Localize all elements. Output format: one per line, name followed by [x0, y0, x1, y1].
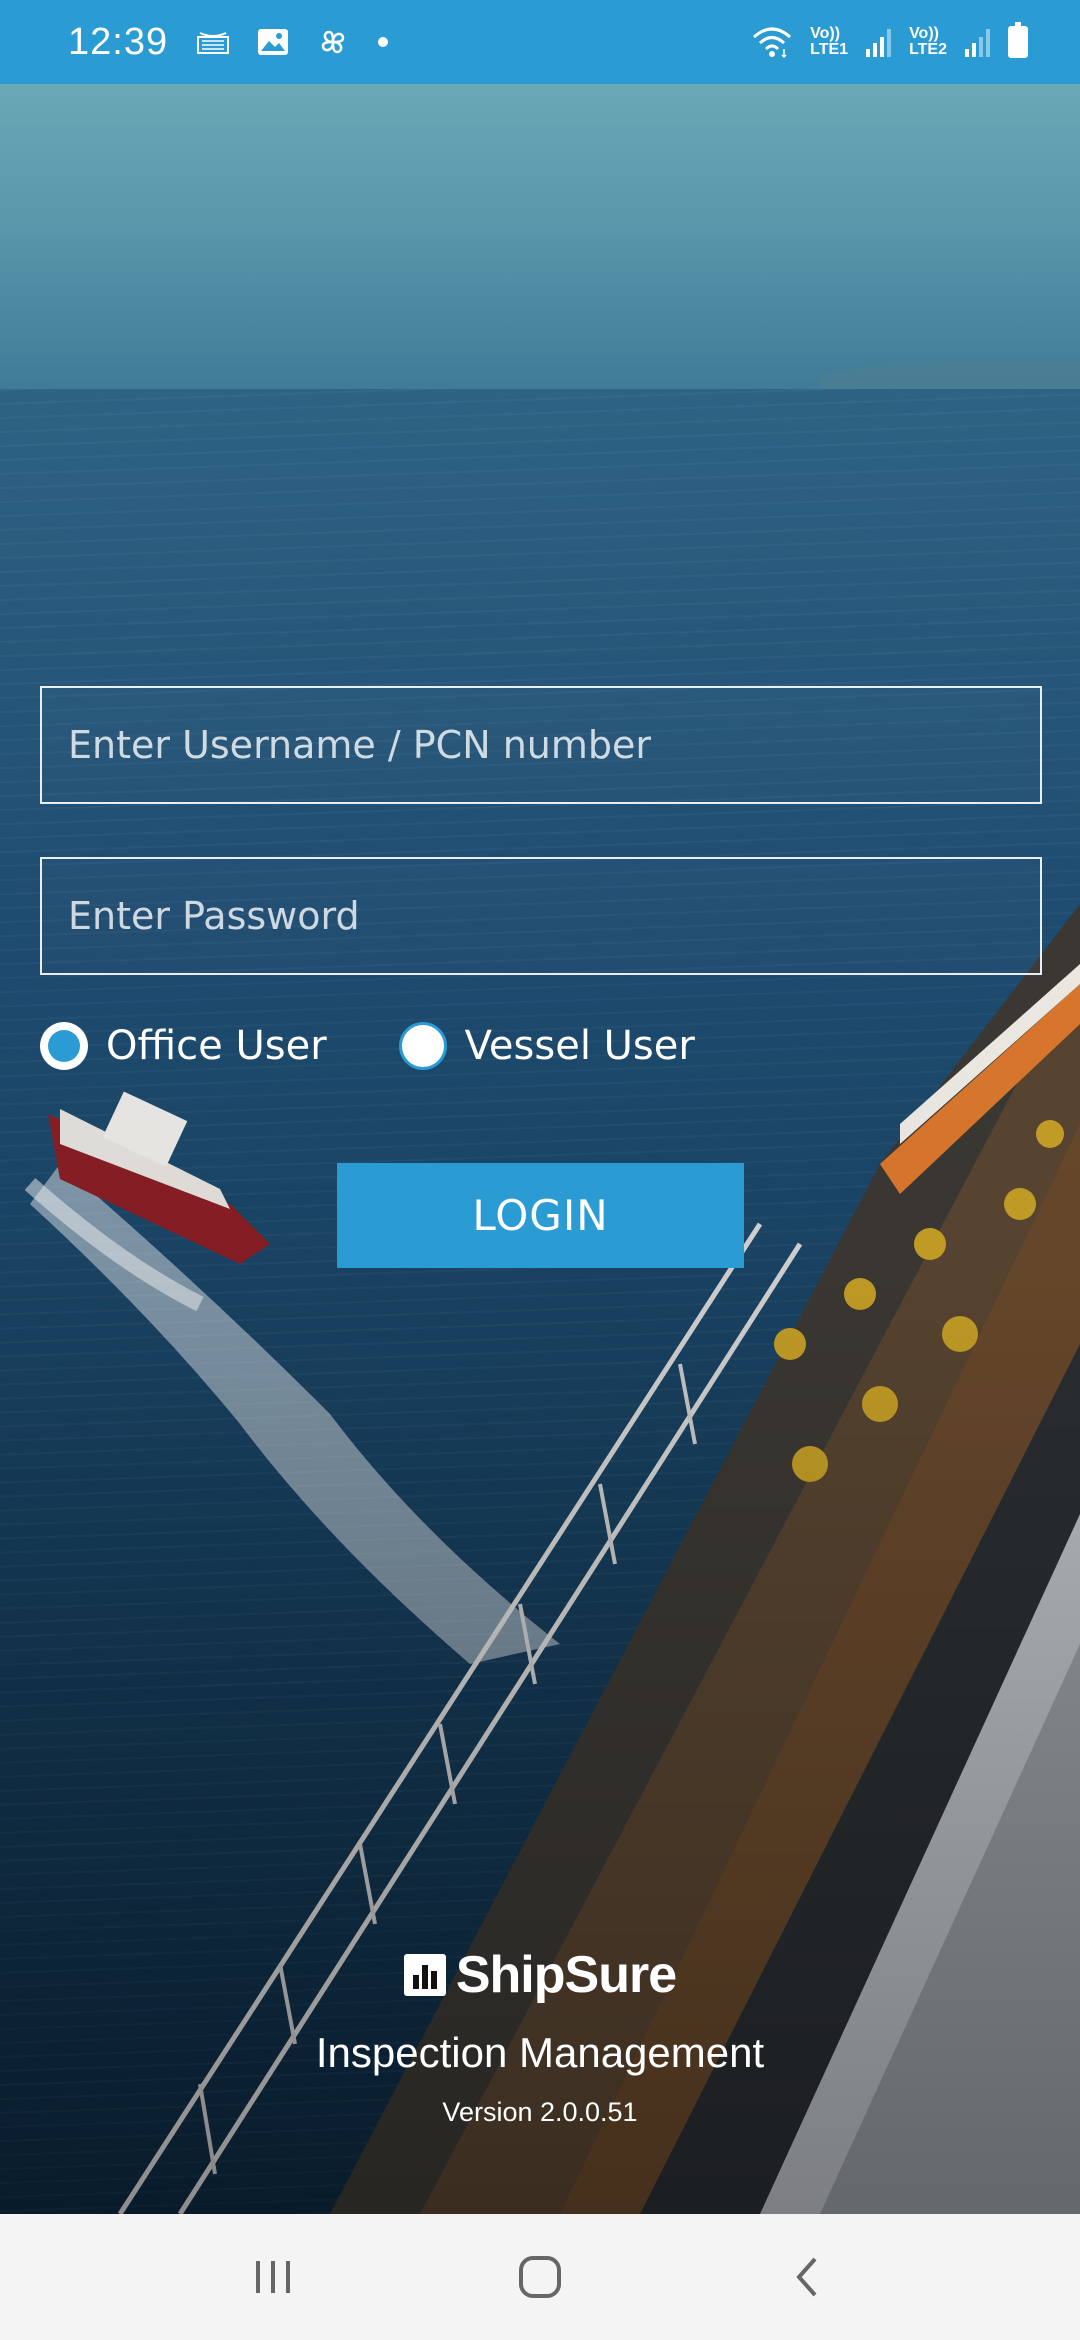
back-icon[interactable]: [762, 2232, 852, 2322]
radio-unchecked-icon[interactable]: [398, 1022, 447, 1070]
status-bar: 12:39 Vo)) LTE1 Vo)) LTE2: [0, 0, 1080, 84]
username-field[interactable]: [40, 686, 1042, 804]
sim2-label: Vo)) LTE2: [909, 25, 947, 58]
status-time: 12:39: [68, 20, 169, 63]
notification-icons: [196, 25, 390, 59]
system-nav-bar: [0, 2214, 1080, 2340]
vessel-user-radio[interactable]: Vessel User: [398, 1022, 695, 1070]
wifi-icon: [752, 25, 792, 59]
scene-shade: [0, 84, 1080, 2214]
signal-icon: [866, 27, 892, 57]
amazon-icon: [196, 27, 230, 57]
sim1-label: Vo)) LTE1: [810, 25, 849, 58]
system-status-icons: Vo)) LTE1 Vo)) LTE2: [752, 22, 1028, 59]
shipsure-bar-chart-icon: [403, 1954, 446, 1996]
battery-icon: [1008, 22, 1028, 58]
version-label: Version 2.0.0.51: [442, 2097, 638, 2127]
office-user-label[interactable]: Office User: [106, 1023, 327, 1069]
login-button[interactable]: LOGIN: [337, 1163, 744, 1268]
shipsure-logo: ShipSure: [403, 1945, 677, 2005]
username-input[interactable]: [68, 723, 1014, 767]
password-field[interactable]: [40, 857, 1042, 975]
recent-apps-icon[interactable]: [228, 2232, 318, 2322]
background-photo: [0, 84, 1080, 2214]
office-user-radio[interactable]: Office User: [40, 1022, 327, 1070]
pinwheel-icon: [316, 25, 350, 59]
user-type-radio-group: Office User Vessel User: [40, 1022, 695, 1070]
dot-icon: [376, 35, 390, 49]
radio-checked-icon[interactable]: [40, 1022, 88, 1070]
branding: ShipSure Inspection Management Version 2…: [0, 1945, 1080, 2128]
vessel-user-label[interactable]: Vessel User: [465, 1023, 695, 1069]
logo-text: ShipSure: [455, 1946, 677, 2004]
image-icon: [256, 27, 290, 57]
app-subtitle: Inspection Management: [315, 2029, 765, 2076]
password-input[interactable]: [68, 894, 1014, 938]
signal-icon: [965, 27, 990, 57]
home-icon[interactable]: [495, 2232, 585, 2322]
